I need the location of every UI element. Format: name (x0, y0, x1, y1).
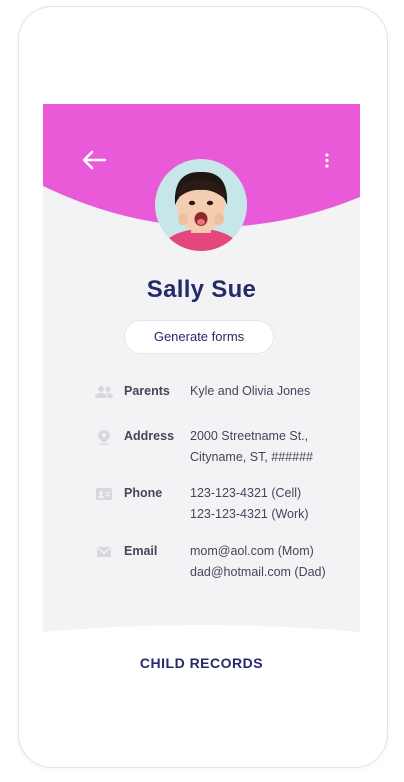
address-line-2: Cityname, ST, ###### (190, 450, 313, 464)
email-line-2: dad@hotmail.com (Dad) (190, 565, 326, 579)
address-value: 2000 Streetname St., Cityname, ST, #####… (190, 426, 313, 468)
child-name: Sally Sue (146, 276, 257, 303)
phone-line-1: 123-123-4321 (Cell) (190, 486, 302, 500)
parents-line: Kyle and Olivia Jones (190, 384, 311, 398)
mail-icon (94, 544, 114, 560)
parents-label: Parents (124, 384, 170, 398)
more-vertical-icon (325, 153, 329, 168)
location-pin-icon (94, 429, 114, 445)
email-label: Email (124, 544, 158, 558)
parents-value: Kyle and Olivia Jones (190, 381, 310, 402)
phone-label: Phone (124, 486, 163, 500)
address-line-1: 2000 Streetname St., (190, 429, 309, 443)
contact-card-icon (94, 486, 114, 502)
back-button[interactable] (81, 150, 107, 170)
email-value: mom@aol.com (Mom) dad@hotmail.com (Dad) (190, 541, 326, 583)
phone-line-2: 123-123-4321 (Work) (190, 507, 309, 521)
people-icon (94, 384, 114, 400)
profile-screen: Sally Sue Generate forms Parents Kyle an… (43, 104, 360, 668)
child-records-title: CHILD RECORDS (139, 655, 264, 668)
generate-forms-button[interactable]: Generate forms (124, 320, 274, 354)
avatar (155, 159, 247, 251)
address-label: Address (124, 429, 175, 443)
child-photo (155, 159, 247, 251)
more-menu-button[interactable] (320, 150, 334, 172)
arrow-left-icon (82, 150, 107, 170)
phone-value: 123-123-4321 (Cell) 123-123-4321 (Work) (190, 483, 309, 525)
email-line-1: mom@aol.com (Mom) (190, 544, 314, 558)
